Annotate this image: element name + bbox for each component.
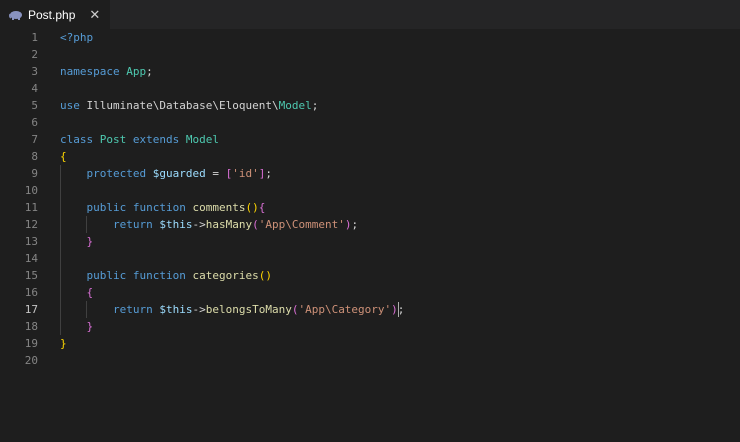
code-line[interactable]: 1 <?php bbox=[0, 29, 740, 46]
code-line[interactable]: 11 public function comments(){ bbox=[0, 199, 740, 216]
code-text: protected $guarded = ['id']; bbox=[86, 167, 272, 180]
code-line[interactable]: 4 bbox=[0, 80, 740, 97]
line-number: 19 bbox=[24, 337, 38, 350]
code-line[interactable]: 6 bbox=[0, 114, 740, 131]
line-number: 20 bbox=[24, 354, 38, 367]
code-text: class Post extends Model bbox=[60, 133, 219, 146]
line-number: 18 bbox=[24, 320, 38, 333]
code-text: namespace App; bbox=[60, 65, 153, 78]
code-text: } bbox=[86, 235, 94, 248]
line-number: 11 bbox=[24, 201, 38, 214]
line-number: 1 bbox=[31, 31, 38, 44]
code-text: public function comments(){ bbox=[86, 201, 266, 214]
line-number: 7 bbox=[31, 133, 38, 146]
code-line[interactable]: 9 protected $guarded = ['id']; bbox=[0, 165, 740, 182]
line-number: 8 bbox=[31, 150, 38, 163]
code-line[interactable]: 14 bbox=[0, 250, 740, 267]
code-text: } bbox=[60, 337, 67, 350]
indent-guide bbox=[60, 165, 61, 335]
line-number: 2 bbox=[31, 48, 38, 61]
code-line[interactable]: 19} bbox=[0, 335, 740, 352]
tab-title: Post.php bbox=[28, 7, 76, 22]
code-line[interactable]: 20 bbox=[0, 352, 740, 369]
line-number: 5 bbox=[31, 99, 38, 112]
code-text: } bbox=[86, 320, 94, 333]
line-number: 4 bbox=[31, 82, 38, 95]
code-line[interactable]: 8{ bbox=[0, 148, 740, 165]
line-number: 16 bbox=[24, 286, 38, 299]
code-text: { bbox=[60, 150, 67, 163]
code-line[interactable]: 12 return $this->hasMany('App\Comment'); bbox=[0, 216, 740, 233]
code-text: public function categories() bbox=[86, 269, 272, 282]
code-line[interactable]: 10 bbox=[0, 182, 740, 199]
code-text: <?php bbox=[60, 31, 94, 44]
line-number: 9 bbox=[31, 167, 38, 180]
php-elephant-icon bbox=[9, 10, 22, 20]
code-editor[interactable]: 1 <?php 2 3 namespace App; 4 5 use Illuminate\D… bbox=[0, 29, 740, 442]
code-line[interactable]: 7 class Post extends Model bbox=[0, 131, 740, 148]
line-number: 12 bbox=[24, 218, 38, 231]
line-number: 15 bbox=[24, 269, 38, 282]
code-line[interactable]: 13 } bbox=[0, 233, 740, 250]
code-line[interactable]: 5 use Illuminate\Database\Eloquent\Model; bbox=[0, 97, 740, 114]
tab-post-php[interactable]: Post.php ✕ bbox=[0, 0, 110, 29]
indent-guide bbox=[86, 216, 88, 233]
text-cursor bbox=[397, 302, 399, 317]
code-line[interactable]: 15 public function categories() bbox=[0, 267, 740, 284]
code-text: use Illuminate\Database\Eloquent\Model; bbox=[60, 99, 319, 112]
code-text: return $this->hasMany('App\Comment'); bbox=[112, 218, 359, 231]
tab-bar: Post.php ✕ bbox=[0, 0, 740, 29]
close-icon[interactable]: ✕ bbox=[89, 7, 100, 23]
indent-guide bbox=[86, 301, 88, 318]
code-line[interactable]: 3 namespace App; bbox=[0, 63, 740, 80]
code-line[interactable]: 2 bbox=[0, 46, 740, 63]
line-number: 10 bbox=[24, 184, 38, 197]
line-number: 13 bbox=[24, 235, 38, 248]
line-number: 6 bbox=[31, 116, 38, 129]
code-line[interactable]: 16 { bbox=[0, 284, 740, 301]
line-number: 17 bbox=[24, 303, 38, 316]
line-number: 3 bbox=[31, 65, 38, 78]
code-line[interactable]: 18 } bbox=[0, 318, 740, 335]
code-line[interactable]: 17 return $this->belongsToMany('App\Cate… bbox=[0, 301, 740, 318]
code-text: return $this->belongsToMany('App\Categor… bbox=[112, 303, 405, 316]
code-text: { bbox=[86, 286, 94, 299]
line-number: 14 bbox=[24, 252, 38, 265]
